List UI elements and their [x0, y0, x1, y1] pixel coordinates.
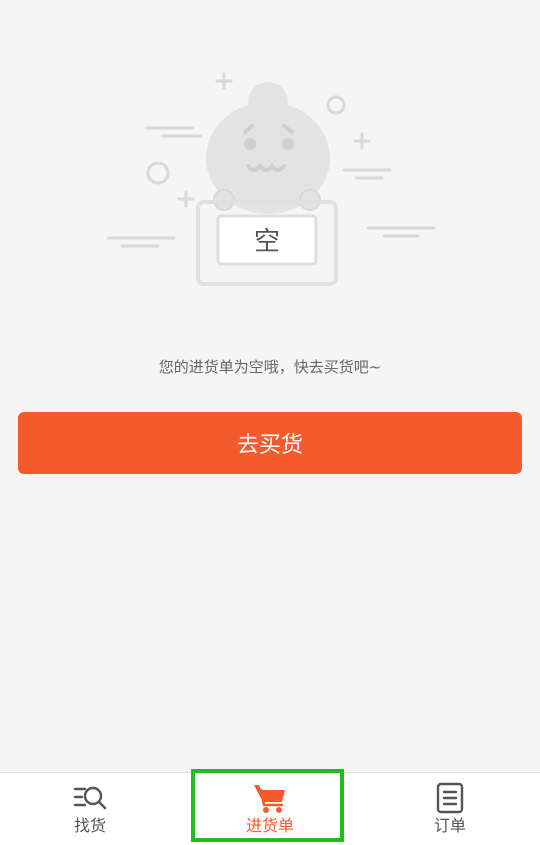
go-shopping-button[interactable]: 去买货 [18, 412, 522, 474]
search-list-icon [72, 782, 108, 814]
mascot-illustration: 空 [106, 72, 436, 286]
bottom-tab-bar: 找货 进货单 订单 [0, 772, 540, 845]
empty-sign-text: 空 [254, 227, 280, 257]
tab-orders-label: 订单 [433, 816, 466, 835]
tab-purchase-list-label: 进货单 [245, 816, 294, 835]
empty-cart-illustration: 空 [100, 60, 440, 300]
tab-find-goods-label: 找货 [73, 816, 106, 835]
order-list-icon [432, 782, 468, 814]
empty-cart-message: 您的进货单为空哦，快去买货吧~ [158, 358, 382, 376]
cart-icon [252, 782, 288, 814]
cart-screen: 空 您的进货单为空哦，快去买货吧~ 去买货 找货 进货单 订单 [0, 0, 540, 845]
tab-find-goods[interactable]: 找货 [0, 773, 180, 845]
tab-purchase-list[interactable]: 进货单 [180, 773, 360, 845]
tab-orders[interactable]: 订单 [360, 773, 540, 845]
